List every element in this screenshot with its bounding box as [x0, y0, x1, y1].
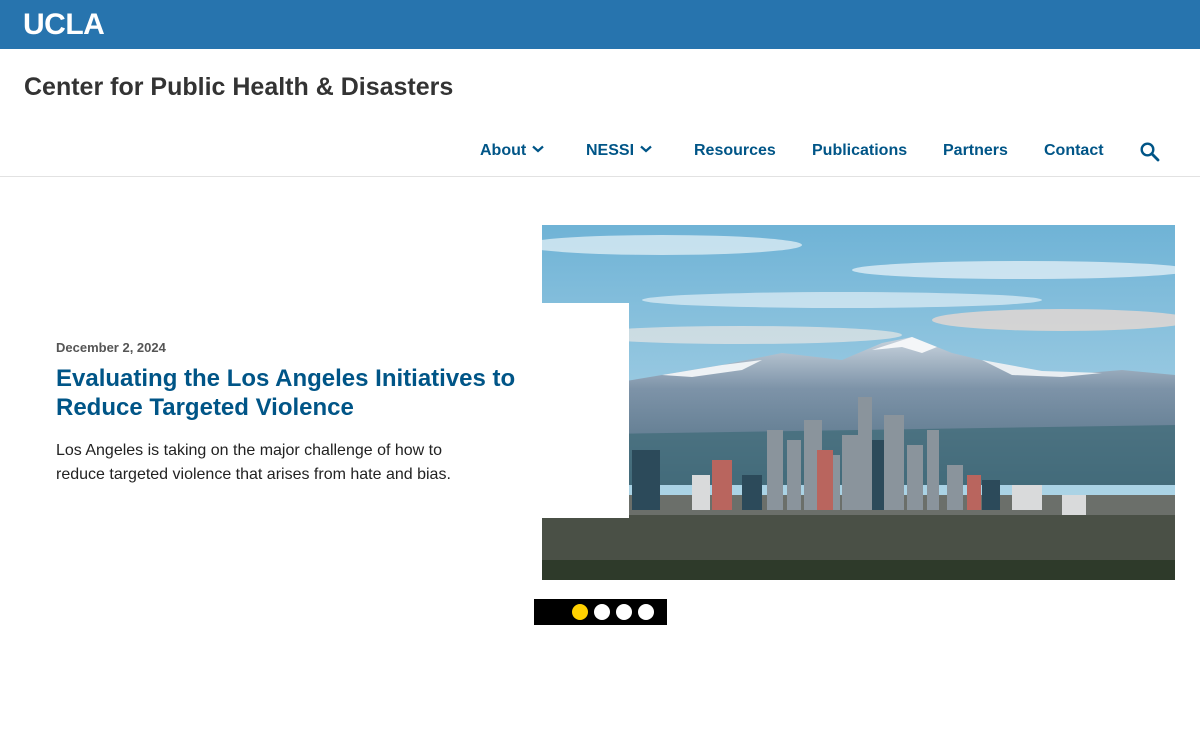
site-title[interactable]: Center for Public Health & Disasters: [24, 72, 453, 102]
nav-item-partners[interactable]: Partners: [943, 140, 1008, 162]
slide-date: December 2, 2024: [56, 340, 166, 355]
search-icon: [1140, 142, 1160, 162]
slide-image[interactable]: [542, 225, 1175, 580]
nav-item-nessi[interactable]: NESSI: [586, 140, 652, 162]
slide-summary: Los Angeles is taking on the major chall…: [56, 442, 451, 483]
chevron-down-icon: [532, 145, 544, 153]
nav-item-contact[interactable]: Contact: [1044, 140, 1104, 162]
nav-item-label: NESSI: [586, 142, 635, 159]
ucla-top-bar: UCLA: [0, 0, 1200, 49]
carousel-pagination: [534, 599, 667, 625]
carousel-dot-2[interactable]: [594, 604, 610, 620]
nav-item-about[interactable]: About: [480, 140, 544, 162]
carousel-dot-4[interactable]: [638, 604, 654, 620]
carousel-dot-1[interactable]: [572, 604, 588, 620]
header-divider: [0, 176, 1200, 177]
nav-item-publications[interactable]: Publications: [812, 140, 907, 162]
chevron-down-icon: [640, 145, 652, 153]
search-button[interactable]: [1139, 141, 1161, 163]
nav-item-label: About: [480, 142, 527, 159]
ucla-logo[interactable]: UCLA: [23, 8, 105, 42]
nav-item-resources[interactable]: Resources: [694, 140, 776, 162]
los-angeles-skyline-image: [542, 225, 1175, 580]
main-nav: About NESSI Resources Publications Partn…: [0, 140, 1200, 166]
carousel-dot-3[interactable]: [616, 604, 632, 620]
slide-title-link[interactable]: Evaluating the Los Angeles Initiatives t…: [56, 364, 576, 422]
